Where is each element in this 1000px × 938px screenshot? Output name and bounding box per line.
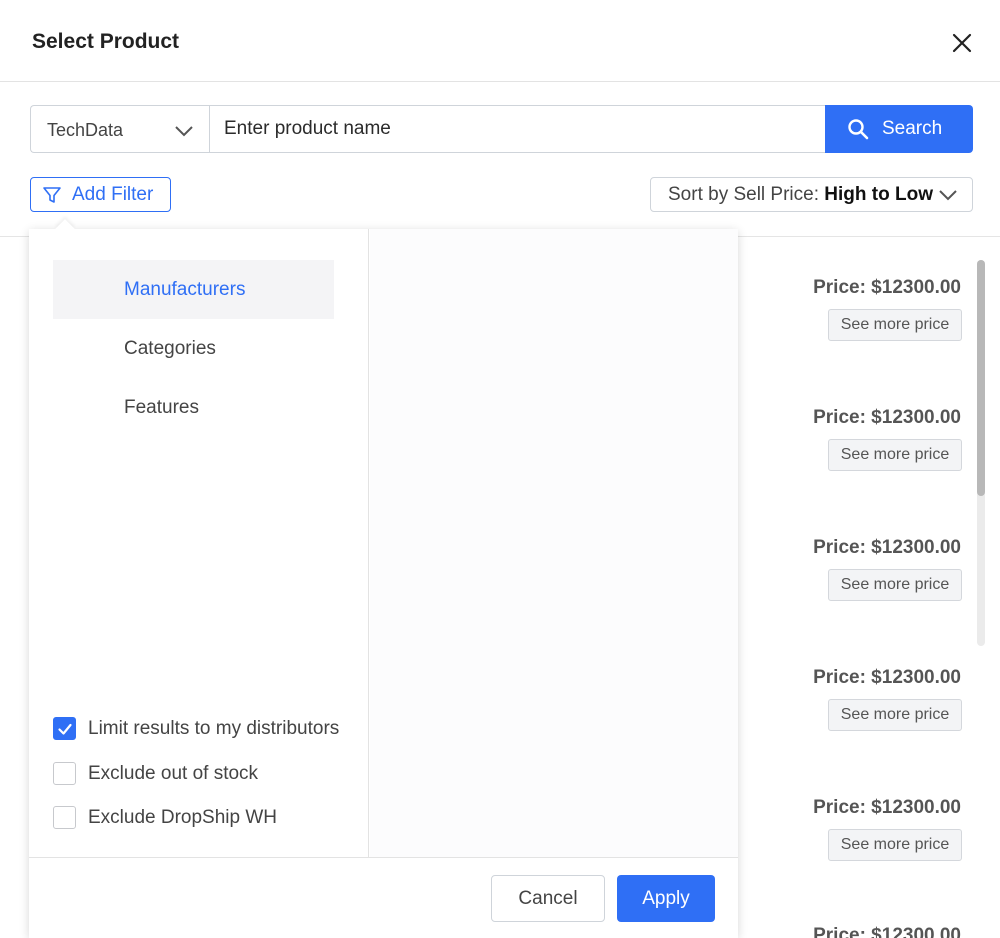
sort-prefix: Sort by Sell Price: — [668, 184, 825, 205]
filter-category-label: Manufacturers — [124, 279, 246, 300]
source-select[interactable]: TechData — [30, 105, 209, 153]
check-icon — [58, 723, 72, 735]
exclude-dropship-checkbox[interactable] — [53, 806, 76, 829]
see-more-price-button[interactable]: See more price — [828, 439, 962, 471]
dialog-title: Select Product — [32, 30, 180, 53]
see-more-price-button[interactable]: See more price — [828, 309, 962, 341]
close-icon — [952, 33, 972, 53]
exclude-dropship-checkbox-row[interactable]: Exclude DropShip WH — [53, 803, 363, 831]
limit-distributors-label: Limit results to my distributors — [88, 718, 340, 739]
product-search-input[interactable] — [209, 105, 826, 153]
sort-select-text: Sort by Sell Price: High to Low — [668, 184, 933, 206]
filter-category-label: Categories — [124, 338, 216, 359]
search-button[interactable]: Search — [825, 105, 973, 153]
see-more-price-button[interactable]: See more price — [828, 699, 962, 731]
limit-distributors-checkbox[interactable] — [53, 717, 76, 740]
exclude-dropship-label: Exclude DropShip WH — [88, 807, 278, 828]
search-icon — [848, 119, 869, 140]
exclude-out-of-stock-label: Exclude out of stock — [88, 763, 259, 784]
exclude-out-of-stock-checkbox[interactable] — [53, 762, 76, 785]
sort-value: High to Low — [824, 184, 933, 205]
filter-category-categories[interactable]: Categories — [53, 319, 334, 378]
limit-distributors-checkbox-row[interactable]: Limit results to my distributors — [53, 714, 363, 742]
search-bar: TechData Search — [30, 105, 973, 153]
filter-funnel-icon — [43, 187, 61, 203]
add-filter-button[interactable]: Add Filter — [30, 177, 171, 212]
add-filter-label: Add Filter — [72, 184, 154, 205]
chevron-down-icon — [175, 126, 193, 137]
filter-values-column — [370, 229, 738, 857]
filter-category-manufacturers[interactable]: Manufacturers — [53, 260, 334, 319]
filter-category-label: Features — [124, 397, 199, 418]
see-more-price-button[interactable]: See more price — [828, 829, 962, 861]
filter-category-features[interactable]: Features — [53, 378, 334, 437]
cancel-button[interactable]: Cancel — [491, 875, 605, 922]
filter-panel-footer: Cancel Apply — [29, 857, 738, 938]
chevron-down-icon — [939, 190, 957, 201]
see-more-price-button[interactable]: See more price — [828, 569, 962, 601]
sort-select[interactable]: Sort by Sell Price: High to Low — [650, 177, 973, 212]
filter-panel: Manufacturers Categories Features Limit … — [29, 219, 738, 938]
exclude-out-of-stock-checkbox-row[interactable]: Exclude out of stock — [53, 759, 363, 787]
apply-button[interactable]: Apply — [617, 875, 715, 922]
dialog-header: Select Product — [0, 0, 1000, 82]
source-select-value: TechData — [47, 120, 124, 140]
close-button[interactable] — [946, 27, 978, 59]
search-button-label: Search — [882, 118, 943, 139]
filter-category-column: Manufacturers Categories Features Limit … — [29, 229, 369, 857]
results-scrollbar-thumb[interactable] — [977, 260, 985, 496]
